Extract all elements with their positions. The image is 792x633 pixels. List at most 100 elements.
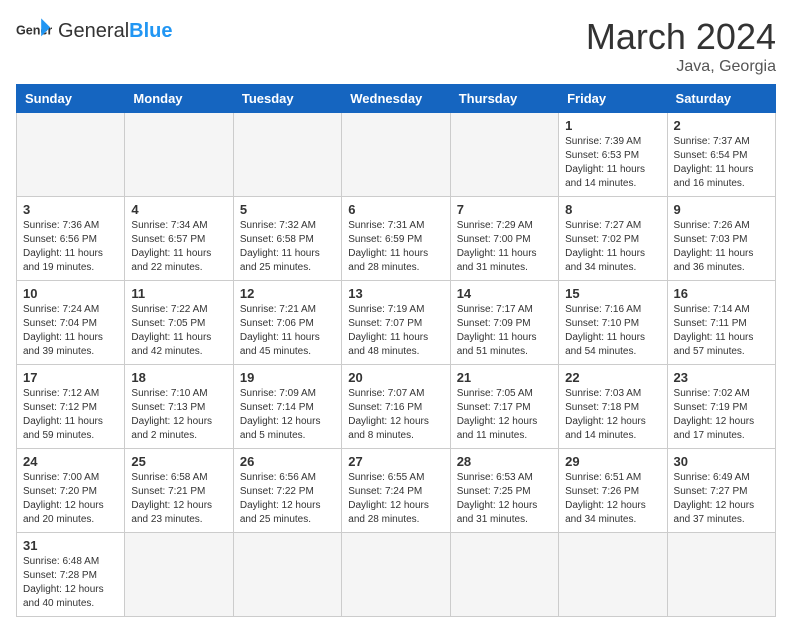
calendar-cell: 3Sunrise: 7:36 AM Sunset: 6:56 PM Daylig… <box>17 197 125 281</box>
week-row-1: 1 Sunrise: 7:39 AM Sunset: 6:53 PM Daylig… <box>17 113 776 197</box>
day-info: Sunrise: 7:19 AM Sunset: 7:07 PM Dayligh… <box>348 303 443 359</box>
day-info: Sunrise: 7:31 AM Sunset: 6:59 PM Dayligh… <box>348 219 443 275</box>
day-info: Sunrise: 7:24 AM Sunset: 7:04 PM Dayligh… <box>23 303 118 359</box>
day-info: Sunrise: 7:16 AM Sunset: 7:10 PM Dayligh… <box>565 303 660 359</box>
day-number: 12 <box>240 286 335 301</box>
day-info: Sunrise: 7:22 AM Sunset: 7:05 PM Dayligh… <box>131 303 226 359</box>
day-header-tuesday: Tuesday <box>233 85 341 113</box>
day-number: 4 <box>131 202 226 217</box>
calendar-cell: 6Sunrise: 7:31 AM Sunset: 6:59 PM Daylig… <box>342 197 450 281</box>
day-info: Sunrise: 7:36 AM Sunset: 6:56 PM Dayligh… <box>23 219 118 275</box>
day-number: 16 <box>674 286 769 301</box>
calendar-cell: 17Sunrise: 7:12 AM Sunset: 7:12 PM Dayli… <box>17 365 125 449</box>
day-number: 30 <box>674 454 769 469</box>
calendar-cell <box>125 113 233 197</box>
day-info: Sunrise: 6:48 AM Sunset: 7:28 PM Dayligh… <box>23 555 118 611</box>
day-number: 28 <box>457 454 552 469</box>
day-number: 27 <box>348 454 443 469</box>
calendar-cell <box>17 113 125 197</box>
day-info: Sunrise: 7:02 AM Sunset: 7:19 PM Dayligh… <box>674 387 769 443</box>
day-number: 7 <box>457 202 552 217</box>
week-row-4: 17Sunrise: 7:12 AM Sunset: 7:12 PM Dayli… <box>17 365 776 449</box>
calendar-cell <box>450 533 558 617</box>
calendar-cell <box>450 113 558 197</box>
calendar-cell <box>233 113 341 197</box>
week-row-6: 31Sunrise: 6:48 AM Sunset: 7:28 PM Dayli… <box>17 533 776 617</box>
calendar-cell: 4 Sunrise: 7:34 AM Sunset: 6:57 PM Daylig… <box>125 197 233 281</box>
week-row-5: 24Sunrise: 7:00 AM Sunset: 7:20 PM Dayli… <box>17 449 776 533</box>
calendar-cell: 16 Sunrise: 7:14 AM Sunset: 7:11 PM Dayli… <box>667 281 775 365</box>
day-info: Sunrise: 7:37 AM Sunset: 6:54 PM Dayligh… <box>674 135 769 191</box>
calendar-cell: 10 Sunrise: 7:24 AM Sunset: 7:04 PM Dayli… <box>17 281 125 365</box>
calendar-cell: 27 Sunrise: 6:55 AM Sunset: 7:24 PM Dayli… <box>342 449 450 533</box>
day-number: 25 <box>131 454 226 469</box>
day-header-thursday: Thursday <box>450 85 558 113</box>
day-info: Sunrise: 7:32 AM Sunset: 6:58 PM Dayligh… <box>240 219 335 275</box>
day-info: Sunrise: 7:39 AM Sunset: 6:53 PM Dayligh… <box>565 135 660 191</box>
day-info: Sunrise: 6:51 AM Sunset: 7:26 PM Dayligh… <box>565 471 660 527</box>
day-info: Sunrise: 7:07 AM Sunset: 7:16 PM Dayligh… <box>348 387 443 443</box>
day-number: 10 <box>23 286 118 301</box>
day-info: Sunrise: 7:05 AM Sunset: 7:17 PM Dayligh… <box>457 387 552 443</box>
calendar-cell: 7 Sunrise: 7:29 AM Sunset: 7:00 PM Daylig… <box>450 197 558 281</box>
day-info: Sunrise: 7:34 AM Sunset: 6:57 PM Dayligh… <box>131 219 226 275</box>
logo: General GeneralBlue <box>16 16 173 46</box>
day-info: Sunrise: 7:17 AM Sunset: 7:09 PM Dayligh… <box>457 303 552 359</box>
day-header-sunday: Sunday <box>17 85 125 113</box>
day-number: 21 <box>457 370 552 385</box>
calendar-cell: 14 Sunrise: 7:17 AM Sunset: 7:09 PM Dayli… <box>450 281 558 365</box>
day-info: Sunrise: 7:14 AM Sunset: 7:11 PM Dayligh… <box>674 303 769 359</box>
day-info: Sunrise: 7:29 AM Sunset: 7:00 PM Dayligh… <box>457 219 552 275</box>
day-header-monday: Monday <box>125 85 233 113</box>
day-info: Sunrise: 7:10 AM Sunset: 7:13 PM Dayligh… <box>131 387 226 443</box>
calendar-cell: 19 Sunrise: 7:09 AM Sunset: 7:14 PM Dayli… <box>233 365 341 449</box>
days-header-row: SundayMondayTuesdayWednesdayThursdayFrid… <box>17 85 776 113</box>
calendar-cell: 12 Sunrise: 7:21 AM Sunset: 7:06 PM Dayli… <box>233 281 341 365</box>
calendar-cell: 31Sunrise: 6:48 AM Sunset: 7:28 PM Dayli… <box>17 533 125 617</box>
day-number: 17 <box>23 370 118 385</box>
calendar-cell: 1 Sunrise: 7:39 AM Sunset: 6:53 PM Daylig… <box>559 113 667 197</box>
day-number: 14 <box>457 286 552 301</box>
calendar-cell: 15 Sunrise: 7:16 AM Sunset: 7:10 PM Dayli… <box>559 281 667 365</box>
page-header: General GeneralBlue March 2024 Java, Geo… <box>16 16 776 76</box>
day-info: Sunrise: 6:56 AM Sunset: 7:22 PM Dayligh… <box>240 471 335 527</box>
day-number: 2 <box>674 118 769 133</box>
day-info: Sunrise: 7:03 AM Sunset: 7:18 PM Dayligh… <box>565 387 660 443</box>
day-info: Sunrise: 6:49 AM Sunset: 7:27 PM Dayligh… <box>674 471 769 527</box>
day-number: 19 <box>240 370 335 385</box>
day-number: 24 <box>23 454 118 469</box>
day-info: Sunrise: 7:09 AM Sunset: 7:14 PM Dayligh… <box>240 387 335 443</box>
calendar-cell: 20 Sunrise: 7:07 AM Sunset: 7:16 PM Dayli… <box>342 365 450 449</box>
calendar-cell: 11 Sunrise: 7:22 AM Sunset: 7:05 PM Dayli… <box>125 281 233 365</box>
calendar-cell: 18Sunrise: 7:10 AM Sunset: 7:13 PM Dayli… <box>125 365 233 449</box>
calendar-cell: 9Sunrise: 7:26 AM Sunset: 7:03 PM Daylig… <box>667 197 775 281</box>
calendar-cell: 8Sunrise: 7:27 AM Sunset: 7:02 PM Daylig… <box>559 197 667 281</box>
week-row-2: 3Sunrise: 7:36 AM Sunset: 6:56 PM Daylig… <box>17 197 776 281</box>
week-row-3: 10 Sunrise: 7:24 AM Sunset: 7:04 PM Dayli… <box>17 281 776 365</box>
day-number: 13 <box>348 286 443 301</box>
day-info: Sunrise: 7:27 AM Sunset: 7:02 PM Dayligh… <box>565 219 660 275</box>
day-info: Sunrise: 6:55 AM Sunset: 7:24 PM Dayligh… <box>348 471 443 527</box>
month-title: March 2024 <box>586 16 776 58</box>
day-info: Sunrise: 7:21 AM Sunset: 7:06 PM Dayligh… <box>240 303 335 359</box>
day-number: 23 <box>674 370 769 385</box>
calendar-cell <box>559 533 667 617</box>
day-number: 15 <box>565 286 660 301</box>
calendar-cell <box>342 113 450 197</box>
day-header-saturday: Saturday <box>667 85 775 113</box>
day-number: 20 <box>348 370 443 385</box>
calendar-cell: 28Sunrise: 6:53 AM Sunset: 7:25 PM Dayli… <box>450 449 558 533</box>
calendar-cell <box>342 533 450 617</box>
calendar-cell: 29 Sunrise: 6:51 AM Sunset: 7:26 PM Dayli… <box>559 449 667 533</box>
calendar-cell: 23 Sunrise: 7:02 AM Sunset: 7:19 PM Dayli… <box>667 365 775 449</box>
location: Java, Georgia <box>586 58 776 76</box>
day-number: 11 <box>131 286 226 301</box>
calendar-cell: 24Sunrise: 7:00 AM Sunset: 7:20 PM Dayli… <box>17 449 125 533</box>
calendar-cell <box>233 533 341 617</box>
title-section: March 2024 Java, Georgia <box>586 16 776 76</box>
day-header-wednesday: Wednesday <box>342 85 450 113</box>
calendar-cell <box>667 533 775 617</box>
logo-icon: General <box>16 16 52 46</box>
day-number: 29 <box>565 454 660 469</box>
day-number: 1 <box>565 118 660 133</box>
